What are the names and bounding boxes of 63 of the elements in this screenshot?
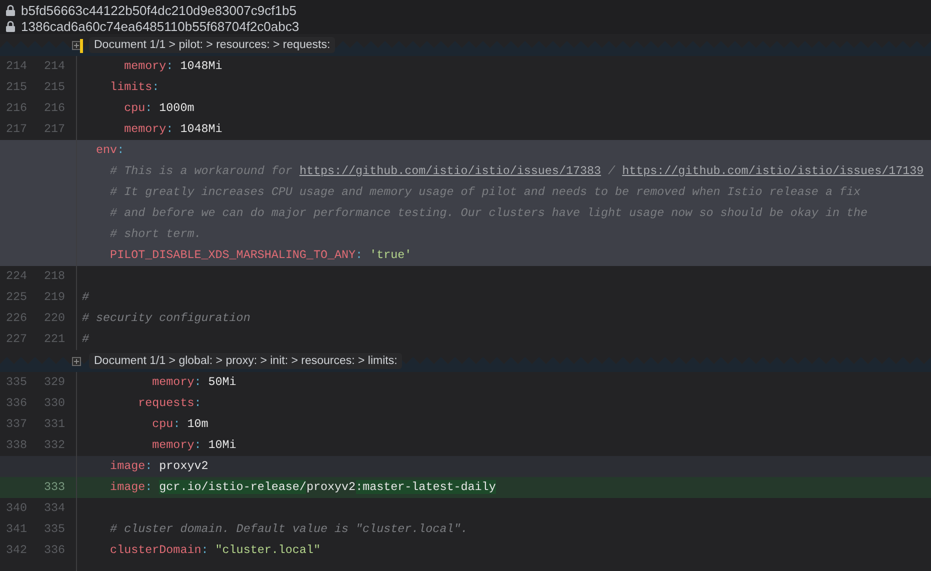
breadcrumb[interactable]: Document 1/1 > pilot: > resources: > requests: (89, 37, 336, 53)
line-number: 218 (43, 268, 66, 285)
code-line: env: (95, 143, 124, 157)
code-line: # cluster domain. Default value is "cluster.local". (109, 522, 468, 536)
code-line: limits: (109, 80, 160, 94)
lock-icon (6, 4, 15, 16)
line-number: 341 (5, 521, 28, 538)
line-number: 214 (43, 58, 66, 75)
line-number: 214 (5, 58, 28, 75)
commit-hash: 1386cad6a60c74ea6485110b55f68704f2c0abc3 (21, 18, 300, 34)
code-line: PILOT_DISABLE_XDS_MARSHALING_TO_ANY: 'true' (109, 248, 412, 262)
line-number: 226 (5, 310, 28, 327)
line-number: 332 (43, 437, 66, 454)
line-number: 340 (5, 500, 28, 517)
breadcrumb[interactable]: Document 1/1 > global: > proxy: > init: > resources: > limits: (89, 353, 402, 369)
link[interactable]: https://github.com/istio/istio/issues/17383 (299, 164, 602, 178)
code-line: image: gcr.io/istio-release/proxyv2:master-latest-daily (109, 480, 496, 494)
line-number: 215 (43, 79, 66, 96)
line-number: 216 (5, 100, 28, 117)
code-line: memory: 50Mi (151, 375, 236, 389)
line-number: 342 (5, 542, 28, 559)
code-line: # and before we can do major performance testing. Our clusters have light usage now so should be okay in the (109, 206, 868, 220)
expand-icon[interactable] (72, 40, 81, 50)
line-number: 336 (5, 395, 28, 412)
line-number: 220 (43, 310, 66, 327)
comment-text: # This is a workaround for (109, 164, 294, 178)
line-number: 224 (5, 268, 28, 285)
code-line: # security configuration (82, 311, 250, 325)
line-number: 337 (5, 416, 28, 433)
line-number: 216 (43, 100, 66, 117)
line-number: 331 (43, 416, 66, 433)
line-number: 329 (43, 374, 66, 391)
code-line: # (82, 332, 90, 346)
line-number: 335 (5, 374, 28, 391)
line-number: 330 (43, 395, 66, 412)
code-line: memory: 1048Mi (123, 59, 222, 73)
code-line: # (82, 290, 90, 304)
line-number: 217 (43, 121, 66, 138)
code-line: requests: (137, 396, 202, 410)
line-number: 227 (5, 331, 28, 348)
code-line: memory: 10Mi (151, 438, 236, 452)
commit-hash: b5fd56663c44122b50f4dc210d9e83007c9cf1b5 (21, 2, 296, 18)
line-number: 335 (43, 521, 66, 538)
expand-icon[interactable] (72, 356, 81, 366)
code-line: image: proxyv2 (109, 459, 208, 473)
code-line: # It greatly increases CPU usage and memory usage of pilot and needs to be removed when Istio release a fix (109, 185, 861, 199)
code-line: memory: 1048Mi (123, 122, 222, 136)
code-line: cpu: 1000m (123, 101, 194, 115)
line-number: 336 (43, 542, 66, 559)
line-number: 225 (5, 289, 28, 306)
code-line: clusterDomain: "cluster.local" (109, 543, 320, 557)
line-number: 334 (43, 500, 66, 517)
line-number: 215 (5, 79, 28, 96)
line-number: 221 (43, 331, 66, 348)
code-line: # short term. (109, 227, 202, 241)
link[interactable]: https://github.com/istio/istio/issues/17139 (622, 164, 924, 178)
line-number: 217 (5, 121, 28, 138)
comment-text: / (607, 164, 616, 178)
line-number: 338 (5, 437, 28, 454)
code-line: cpu: 10m (151, 417, 208, 431)
line-number: 219 (43, 289, 66, 306)
lock-icon (6, 20, 15, 32)
line-number: 333 (43, 479, 66, 496)
